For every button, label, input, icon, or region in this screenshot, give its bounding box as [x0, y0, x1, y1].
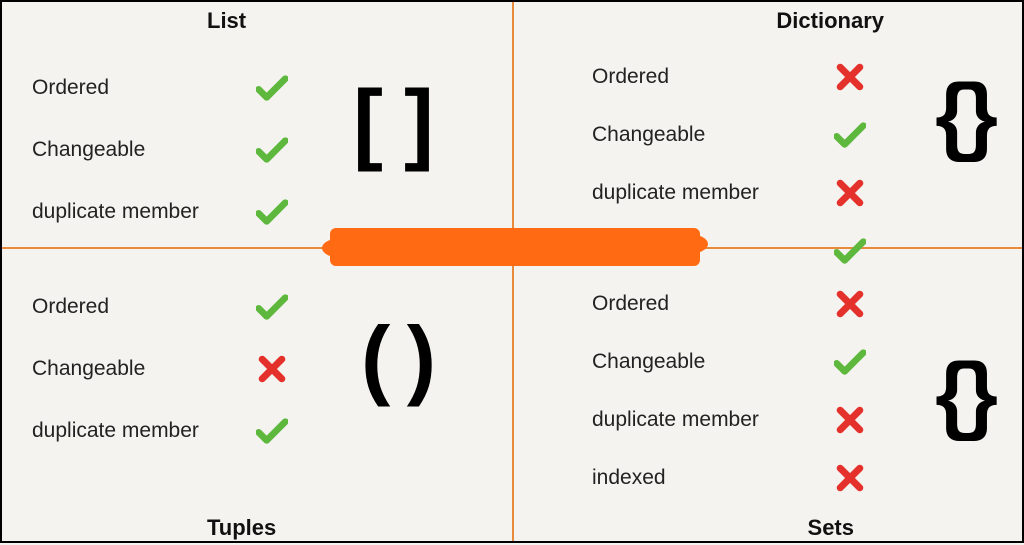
property-row: indexed	[592, 453, 870, 503]
property-label: duplicate member	[32, 419, 252, 443]
quadrant-sets: Sets Ordered Changeable duplicate member in…	[514, 249, 1024, 545]
quadrant-tuples: Tuples Ordered Changeable duplicate member…	[2, 249, 512, 545]
property-row: Changeable	[32, 122, 292, 178]
quadrant-title-sets: Sets	[808, 515, 854, 541]
property-row: Changeable	[592, 337, 870, 387]
property-label: Ordered	[32, 76, 252, 100]
check-icon	[252, 74, 292, 102]
property-label: duplicate member	[592, 181, 830, 205]
check-icon	[830, 121, 870, 149]
property-label: duplicate member	[592, 408, 830, 432]
property-row: Ordered	[592, 279, 870, 329]
check-icon	[252, 136, 292, 164]
redaction-bar	[330, 228, 700, 266]
quadrant-list: List Ordered Changeable duplicate member […	[2, 2, 512, 247]
quadrant-title-dictionary: Dictionary	[776, 8, 884, 34]
check-icon	[830, 348, 870, 376]
bracket-dictionary: { }	[935, 66, 984, 165]
bracket-list: [ ]	[353, 72, 432, 175]
property-row: Changeable	[32, 341, 292, 397]
property-label: Changeable	[592, 350, 830, 374]
diagram-frame: List Ordered Changeable duplicate member […	[0, 0, 1024, 543]
check-icon	[252, 198, 292, 226]
property-label: Ordered	[32, 295, 252, 319]
property-row: Changeable	[592, 110, 870, 160]
property-label: Ordered	[592, 65, 830, 89]
bracket-tuples: ( )	[361, 307, 432, 409]
property-label: duplicate member	[32, 200, 252, 224]
quadrant-title-list: List	[207, 8, 246, 34]
bracket-sets: { }	[935, 345, 984, 444]
check-icon	[252, 293, 292, 321]
property-row: duplicate member	[592, 395, 870, 445]
property-row: duplicate member	[32, 403, 292, 459]
cross-icon	[830, 63, 870, 91]
property-label: Changeable	[592, 123, 830, 147]
property-label: indexed	[592, 466, 830, 490]
cross-icon	[830, 464, 870, 492]
property-label: Changeable	[32, 138, 252, 162]
cross-icon	[830, 406, 870, 434]
property-row: duplicate member	[32, 184, 292, 240]
rows-list: Ordered Changeable duplicate member	[32, 60, 292, 246]
rows-tuples: Ordered Changeable duplicate member	[32, 279, 292, 465]
property-row: Ordered	[32, 60, 292, 116]
quadrant-dictionary: Dictionary Ordered Changeable duplicate me…	[514, 2, 1024, 247]
property-label: Changeable	[32, 357, 252, 381]
property-row: duplicate member	[592, 168, 870, 218]
property-row: Ordered	[32, 279, 292, 335]
cross-icon	[252, 355, 292, 383]
rows-sets: Ordered Changeable duplicate member indexed	[592, 279, 870, 511]
property-label: Ordered	[592, 292, 830, 316]
property-row: Ordered	[592, 52, 870, 102]
quadrant-title-tuples: Tuples	[207, 515, 276, 541]
check-icon	[252, 417, 292, 445]
cross-icon	[830, 290, 870, 318]
cross-icon	[830, 179, 870, 207]
